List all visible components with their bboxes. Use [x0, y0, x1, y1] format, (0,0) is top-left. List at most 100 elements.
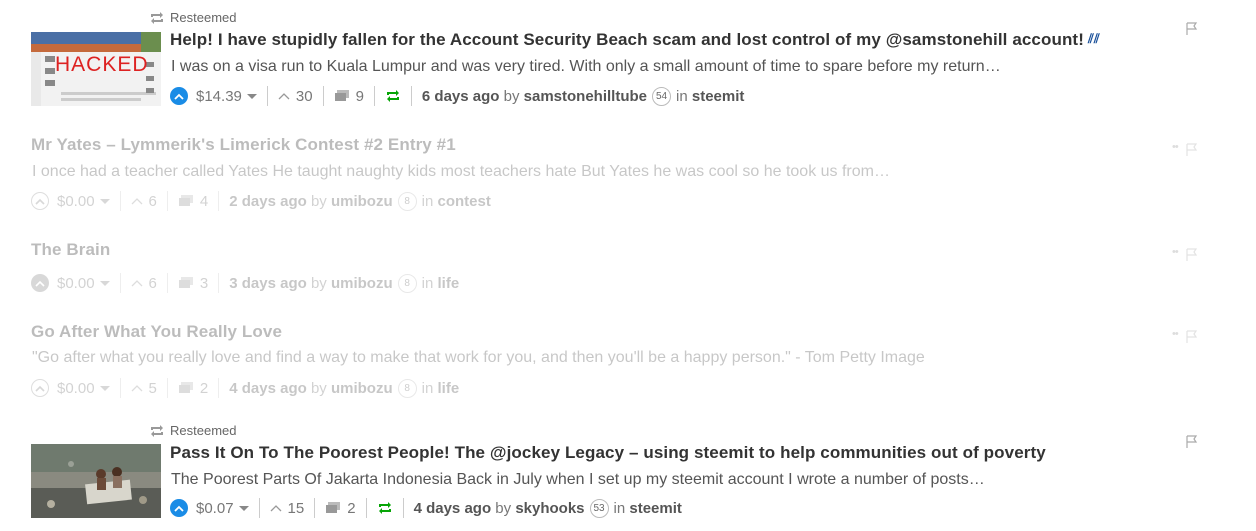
reputation-badge: 54 [652, 86, 672, 106]
payout-dropdown-icon[interactable] [99, 280, 110, 286]
comment-count: 4 [199, 192, 209, 210]
post-summary[interactable]: I once had a teacher called Yates He tau… [32, 163, 890, 181]
post-title[interactable]: Mr Yates – Lymmerik's Limerick Contest #… [31, 135, 456, 155]
comments-section[interactable]: 2 [168, 378, 220, 398]
post-summary[interactable]: I was on a visa run to Kuala Lumpur and … [171, 58, 1001, 76]
reputation-badge: 8 [397, 273, 417, 293]
post-feed: Resteemed HACKED Help! I have stupidly f… [0, 0, 1256, 531]
votes-section[interactable]: 6 [121, 191, 168, 211]
post-item: Resteemed HACKED Help! I have stupidly f… [0, 0, 1256, 120]
post-meta: 4 days ago by umibozu 8 in life [219, 378, 469, 398]
resteem-button-icon[interactable] [385, 89, 401, 103]
flag-icon[interactable] [1186, 22, 1198, 36]
category-link[interactable]: life [437, 380, 459, 397]
flag-icon[interactable] [1186, 435, 1198, 449]
comments-section[interactable]: 2 [315, 498, 367, 518]
payout-section: $0.00 [31, 273, 121, 293]
resteem-icon [151, 11, 163, 24]
payout-value[interactable]: $14.39 [196, 88, 242, 105]
resteem-indicator: Resteemed [149, 423, 236, 438]
category-link[interactable]: life [437, 275, 459, 292]
post-thumbnail[interactable] [31, 444, 161, 518]
upvote-button[interactable] [31, 379, 49, 397]
upvote-button[interactable] [31, 192, 49, 210]
payout-value[interactable]: $0.07 [196, 500, 234, 517]
by-label: by [310, 192, 327, 210]
upvote-button[interactable] [170, 499, 188, 517]
in-label: in [421, 379, 434, 397]
post-item: The Brain $0.00 6 3 3 days ago by umiboz… [0, 230, 1256, 310]
post-summary[interactable]: "Go after what you really love and find … [32, 349, 925, 367]
chevron-up-icon [131, 385, 143, 392]
votes-section[interactable]: 5 [121, 378, 168, 398]
vote-count: 6 [148, 192, 157, 210]
votes-section[interactable]: 6 [121, 273, 168, 293]
post-age[interactable]: 6 days ago [422, 88, 500, 105]
resteem-section [367, 498, 404, 518]
chevron-up-icon [35, 280, 45, 287]
flag-icon[interactable] [1186, 143, 1198, 157]
chevron-up-icon [278, 93, 290, 100]
in-label: in [421, 192, 434, 210]
payout-section: $0.00 [31, 191, 121, 211]
author-link[interactable]: skyhooks [515, 500, 584, 517]
post-age[interactable]: 3 days ago [229, 275, 307, 292]
comments-section[interactable]: 4 [168, 191, 220, 211]
votes-section[interactable]: 15 [260, 498, 316, 518]
post-age[interactable]: 2 days ago [229, 193, 307, 210]
post-age[interactable]: 4 days ago [414, 500, 492, 517]
post-age[interactable]: 4 days ago [229, 380, 307, 397]
category-link[interactable]: steemit [629, 500, 682, 517]
payout-dropdown-icon[interactable] [99, 198, 110, 204]
payout-dropdown-icon[interactable] [238, 505, 249, 511]
post-footer: $14.39 30 9 6 days ago by samstonehilltu… [170, 84, 754, 108]
chevron-up-icon [35, 198, 45, 205]
post-title[interactable]: Help! I have stupidly fallen for the Acc… [170, 30, 1100, 50]
resteem-label: Resteemed [170, 10, 237, 25]
post-meta: 3 days ago by umibozu 8 in life [219, 273, 469, 293]
resteem-button-icon[interactable] [377, 501, 393, 515]
chevron-up-icon [174, 505, 184, 512]
payout-section: $0.00 [31, 378, 121, 398]
resteem-icon [151, 424, 163, 437]
comments-icon [326, 502, 341, 513]
flag-icon[interactable] [1186, 330, 1198, 344]
post-title[interactable]: Go After What You Really Love [31, 322, 282, 342]
author-link[interactable]: samstonehilltube [524, 88, 647, 105]
chevron-up-icon [174, 93, 184, 100]
category-link[interactable]: steemit [692, 88, 745, 105]
author-link[interactable]: umibozu [331, 193, 393, 210]
payout-dropdown-icon[interactable] [246, 93, 257, 99]
flag-icon[interactable] [1186, 248, 1198, 262]
category-link[interactable]: contest [437, 193, 490, 210]
post-item: Go After What You Really Love "Go after … [0, 312, 1256, 412]
payout-dropdown-icon[interactable] [99, 385, 110, 391]
post-title[interactable]: The Brain [31, 240, 110, 260]
comments-icon [178, 195, 193, 206]
vote-count: 15 [287, 499, 305, 517]
chevron-up-icon [131, 280, 143, 287]
comment-count: 2 [199, 379, 209, 397]
more-options-icon[interactable]: •• [1172, 246, 1179, 258]
resteem-indicator: Resteemed [149, 10, 236, 25]
more-options-icon[interactable]: •• [1172, 141, 1179, 153]
votes-section[interactable]: 30 [268, 86, 324, 106]
resteem-label: Resteemed [170, 423, 237, 438]
payout-value[interactable]: $0.00 [57, 275, 95, 292]
payout-value[interactable]: $0.00 [57, 380, 95, 397]
more-options-icon[interactable]: •• [1172, 328, 1179, 340]
comments-section[interactable]: 9 [324, 86, 375, 106]
post-thumbnail[interactable]: HACKED [31, 32, 161, 106]
reputation-badge: 8 [397, 191, 417, 211]
upvote-button[interactable] [31, 274, 49, 292]
comments-section[interactable]: 3 [168, 273, 220, 293]
chevron-up-icon [270, 505, 282, 512]
upvote-button[interactable] [170, 87, 188, 105]
author-link[interactable]: umibozu [331, 380, 393, 397]
payout-value[interactable]: $0.00 [57, 193, 95, 210]
payout-section: $0.07 [170, 498, 260, 518]
post-title[interactable]: Pass It On To The Poorest People! The @j… [170, 443, 1046, 463]
reputation-badge: 53 [589, 498, 609, 518]
post-summary[interactable]: The Poorest Parts Of Jakarta Indonesia B… [171, 471, 985, 489]
author-link[interactable]: umibozu [331, 275, 393, 292]
